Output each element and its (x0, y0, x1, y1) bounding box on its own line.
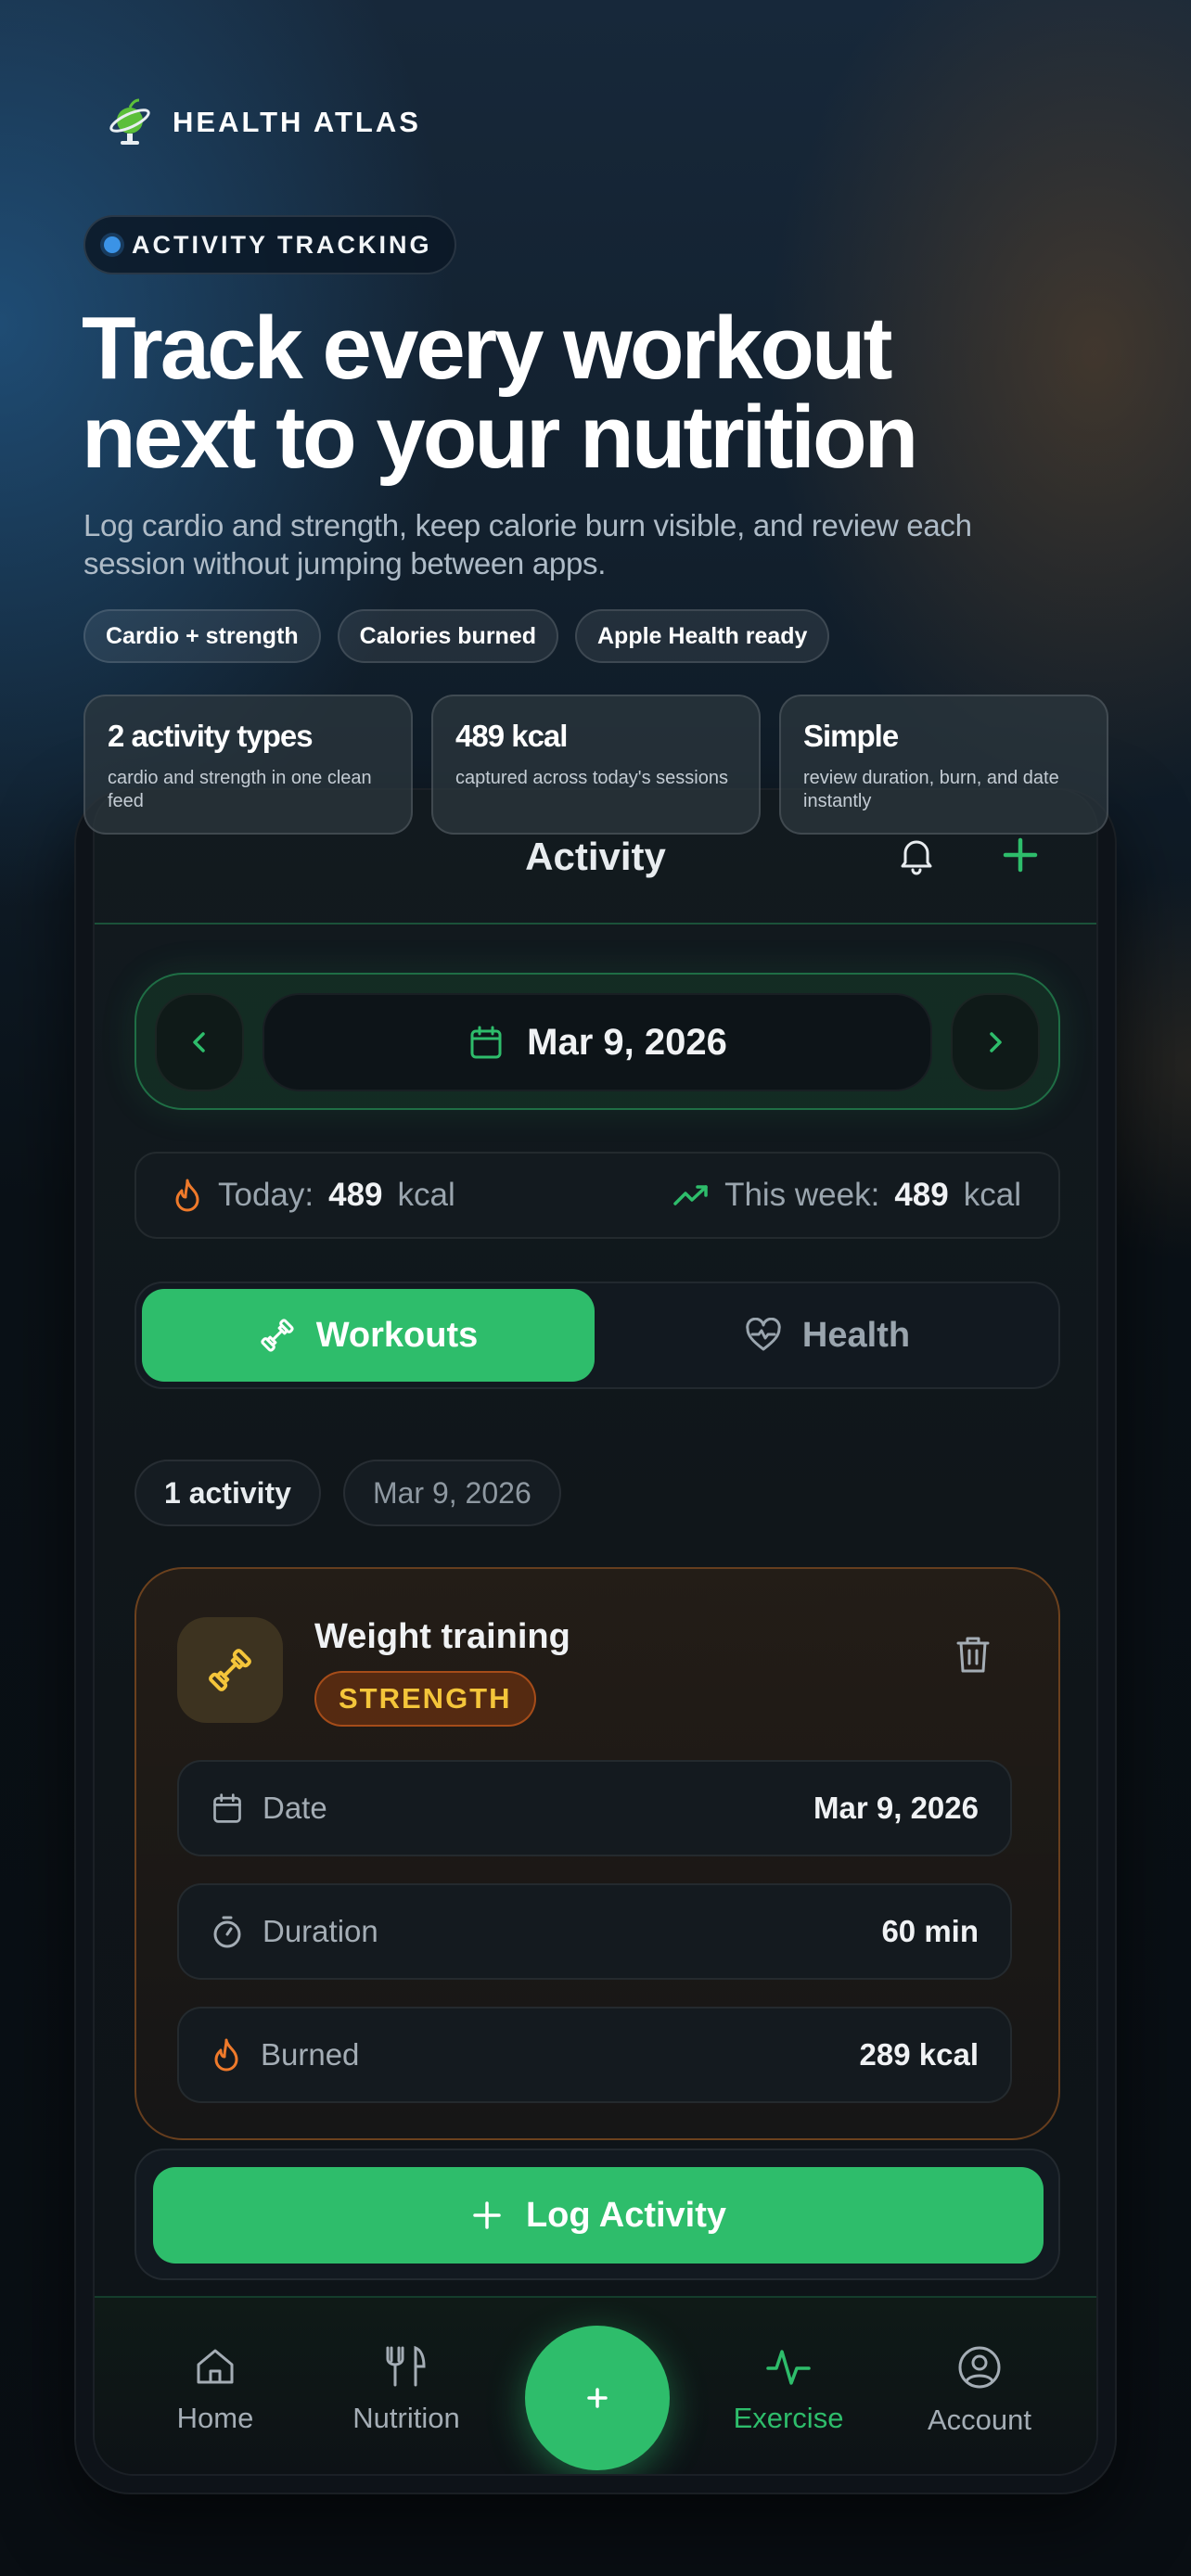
nav-home[interactable]: Home (122, 2344, 308, 2435)
tab-workouts-label: Workouts (315, 1315, 479, 1355)
bell-icon[interactable] (894, 833, 939, 877)
detail-row-burned-label: Burned (211, 2037, 359, 2072)
trending-up-icon (673, 1185, 708, 1205)
stat-title: 2 activity types (108, 719, 314, 753)
trash-icon[interactable] (951, 1632, 995, 1677)
status-dot (104, 236, 121, 253)
week-kcal: This week: 489 kcal (672, 1177, 1021, 1214)
stat-description: cardio and strength in one clean feed (108, 768, 372, 811)
tab-health-label: Health (801, 1315, 911, 1355)
stat-description: captured across today's sessions (455, 768, 728, 788)
app-screen: Activity Mar 9, 2026 Today: 489 kcal Thi… (93, 788, 1098, 2476)
stat-card: Simple review duration, burn, and date i… (779, 695, 1108, 835)
brand: HEALTH ATLAS (104, 96, 421, 148)
globe-apple-icon (109, 98, 150, 145)
duration-value: 60 min (881, 1914, 979, 1948)
today-kcal: Today: 489 kcal (172, 1177, 455, 1214)
week-value: 489 (894, 1177, 949, 1213)
hero-title-line1: Track every workout (82, 299, 892, 398)
activity-count-chip[interactable]: 1 activity (134, 1460, 321, 1526)
hero-title-line2: next to your nutrition (82, 388, 918, 487)
view-toggle: Workouts Health (134, 1282, 1060, 1389)
today-label: Today: (218, 1177, 314, 1213)
dumbbell-icon (209, 1649, 251, 1691)
duration-label: Duration (263, 1914, 378, 1948)
stat-title: 489 kcal (455, 719, 568, 753)
tag-label: ACTIVITY TRACKING (132, 230, 432, 259)
plus-icon (473, 2201, 501, 2229)
hero-subtitle: Log cardio and strength, keep calorie bu… (83, 508, 972, 580)
tab-workouts[interactable]: Workouts (142, 1289, 595, 1382)
calendar-icon (470, 1026, 502, 1059)
nav-nutrition[interactable]: Nutrition (314, 2344, 499, 2435)
activity-type-icon (177, 1617, 283, 1723)
brand-name: HEALTH ATLAS (173, 106, 421, 138)
calorie-summary: Today: 489 kcal This week: 489 kcal (134, 1152, 1060, 1239)
today-value: 489 (328, 1177, 383, 1213)
dumbbell-icon (261, 1319, 294, 1352)
previous-day-button[interactable] (155, 993, 244, 1091)
nav-nutrition-label: Nutrition (352, 2402, 460, 2434)
activity-title: Weight training (314, 1617, 570, 1656)
nav-account-label: Account (927, 2404, 1031, 2436)
flame-icon (214, 2038, 238, 2072)
filter-chips: 1 activity Mar 9, 2026 (134, 1460, 561, 1526)
detail-row-date: Date Mar 9, 2026 (177, 1760, 1012, 1856)
activity-type-badge: STRENGTH (314, 1671, 536, 1727)
stat-cards: 2 activity types cardio and strength in … (83, 695, 1108, 835)
chip-apple-health: Apple Health ready (575, 609, 830, 663)
stat-description: review duration, burn, and date instantl… (803, 768, 1059, 811)
activity-pulse-icon (766, 2350, 811, 2385)
activity-card[interactable]: Weight training STRENGTH Date Mar 9, 202… (134, 1567, 1060, 2140)
add-icon[interactable] (996, 831, 1044, 879)
stopwatch-icon (213, 1916, 241, 1948)
nav-exercise[interactable]: Exercise (696, 2344, 881, 2435)
fork-knife-icon (386, 2345, 426, 2387)
chevron-right-icon (990, 1032, 1002, 1052)
hero-title: Track every workout next to your nutriti… (82, 304, 1121, 482)
log-activity-container: Log Activity (134, 2149, 1060, 2280)
heart-pulse-icon (746, 1318, 781, 1351)
stat-card: 2 activity types cardio and strength in … (83, 695, 413, 835)
tab-health[interactable]: Health (600, 1289, 1055, 1382)
date-display[interactable]: Mar 9, 2026 (263, 993, 932, 1091)
home-icon (197, 2349, 234, 2384)
bottom-nav: Home Nutrition Exercise Account (95, 2296, 1096, 2474)
detail-row-duration: Duration 60 min (177, 1883, 1012, 1980)
date-selector: Mar 9, 2026 (134, 973, 1060, 1110)
date-label: Date (263, 1791, 327, 1825)
header-title: Activity (525, 835, 666, 878)
feature-chips: Cardio + strength Calories burned Apple … (83, 609, 830, 663)
selected-date: Mar 9, 2026 (527, 1021, 727, 1063)
nav-home-label: Home (176, 2402, 254, 2434)
date-filter-chip[interactable]: Mar 9, 2026 (342, 1460, 561, 1526)
today-unit: kcal (397, 1177, 455, 1213)
detail-row-burned: Burned 289 kcal (177, 2007, 1012, 2103)
week-unit: kcal (963, 1177, 1021, 1213)
calendar-icon (213, 1793, 241, 1823)
burned-label: Burned (261, 2037, 360, 2072)
week-label: This week: (724, 1177, 880, 1213)
next-day-button[interactable] (951, 993, 1040, 1091)
user-circle-icon (958, 2346, 1001, 2389)
fab-add-button[interactable] (525, 2326, 670, 2470)
flame-icon (175, 1179, 199, 1212)
activity-tracking-tag: ACTIVITY TRACKING (83, 215, 456, 274)
plus-icon (587, 2388, 608, 2408)
chip-calories-burned: Calories burned (337, 609, 558, 663)
burned-value: 289 kcal (859, 2037, 979, 2072)
detail-row-date-label: Date (211, 1791, 327, 1826)
stat-title: Simple (803, 719, 899, 753)
chevron-left-icon (193, 1032, 205, 1052)
nav-account[interactable]: Account (887, 2344, 1072, 2437)
log-activity-button[interactable]: Log Activity (153, 2167, 1044, 2264)
log-activity-label: Log Activity (525, 2195, 727, 2235)
chip-cardio-strength: Cardio + strength (83, 609, 321, 663)
detail-row-duration-label: Duration (211, 1914, 378, 1949)
nav-exercise-label: Exercise (733, 2402, 844, 2434)
date-value: Mar 9, 2026 (813, 1791, 979, 1825)
stat-card: 489 kcal captured across today's session… (431, 695, 761, 835)
